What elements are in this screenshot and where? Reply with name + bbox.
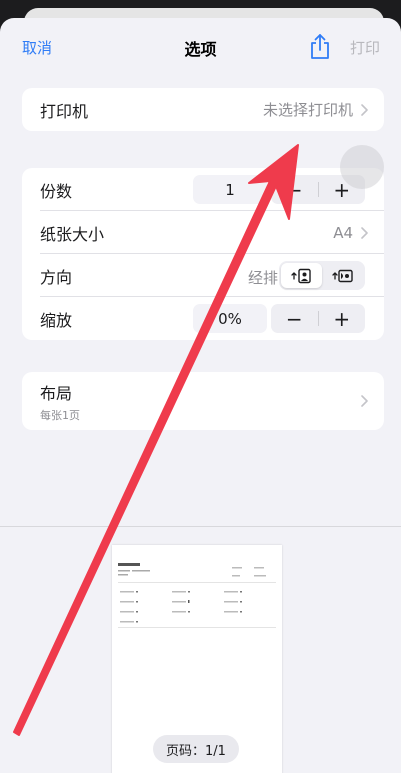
layout-label: 布局 — [40, 383, 73, 403]
copies-row: 份数 1 − + — [22, 168, 384, 211]
printer-label: 打印机 — [40, 101, 89, 121]
share-icon — [311, 34, 329, 59]
print-settings-group: 份数 1 − + 纸张大小 A4 方向 经排 缩放 0% − + — [22, 168, 384, 340]
scaling-row: 缩放 0% − + — [22, 297, 384, 340]
scaling-input[interactable]: 0% — [193, 304, 267, 333]
printer-value: 未选择打印机 — [262, 101, 353, 119]
layout-group: 布局 每张1页 — [22, 372, 384, 430]
landscape-orientation-icon — [331, 269, 353, 282]
page-indicator: 页码：1/1 — [153, 735, 239, 763]
print-button[interactable]: 打印 — [350, 37, 380, 58]
layout-row[interactable]: 布局 每张1页 — [22, 372, 384, 430]
navigation-bar: 取消 选项 打印 — [0, 18, 401, 74]
orientation-value: 经排 — [248, 269, 279, 287]
portrait-option[interactable] — [281, 263, 322, 288]
scaling-decrement-button[interactable]: − — [271, 304, 318, 333]
orientation-label: 方向 — [40, 267, 73, 287]
paper-size-value: A4 — [333, 223, 353, 242]
chevron-right-icon — [361, 395, 368, 407]
printer-group: 打印机 未选择打印机 — [22, 88, 384, 131]
layout-text: 布局 每张1页 — [40, 380, 80, 423]
portrait-orientation-icon — [290, 268, 311, 283]
print-preview-area: 页码：1/1 — [0, 526, 401, 773]
page-title: 选项 — [184, 40, 217, 59]
scaling-increment-button[interactable]: + — [319, 304, 366, 333]
layout-subtitle: 每张1页 — [40, 408, 80, 422]
touch-indicator — [340, 145, 384, 189]
scaling-label: 缩放 — [40, 310, 73, 330]
landscape-option[interactable] — [322, 263, 363, 288]
chevron-right-icon — [361, 226, 368, 239]
copies-input[interactable]: 1 — [193, 175, 267, 204]
copies-decrement-button[interactable]: − — [271, 175, 318, 204]
share-button[interactable] — [307, 32, 333, 60]
orientation-segmented-control — [279, 261, 365, 290]
paper-size-row[interactable]: 纸张大小 A4 — [22, 211, 384, 254]
chevron-right-icon — [361, 103, 368, 116]
cancel-button[interactable]: 取消 — [22, 37, 52, 58]
paper-size-label: 纸张大小 — [40, 224, 105, 244]
scaling-stepper: − + — [271, 304, 365, 333]
print-options-sheet: 取消 选项 打印 打印机 未选择打印机 份数 1 − + 纸张大小 A4 方向 … — [0, 18, 401, 773]
copies-label: 份数 — [40, 181, 73, 201]
orientation-row: 方向 经排 — [22, 254, 384, 297]
printer-row[interactable]: 打印机 未选择打印机 — [22, 88, 384, 131]
